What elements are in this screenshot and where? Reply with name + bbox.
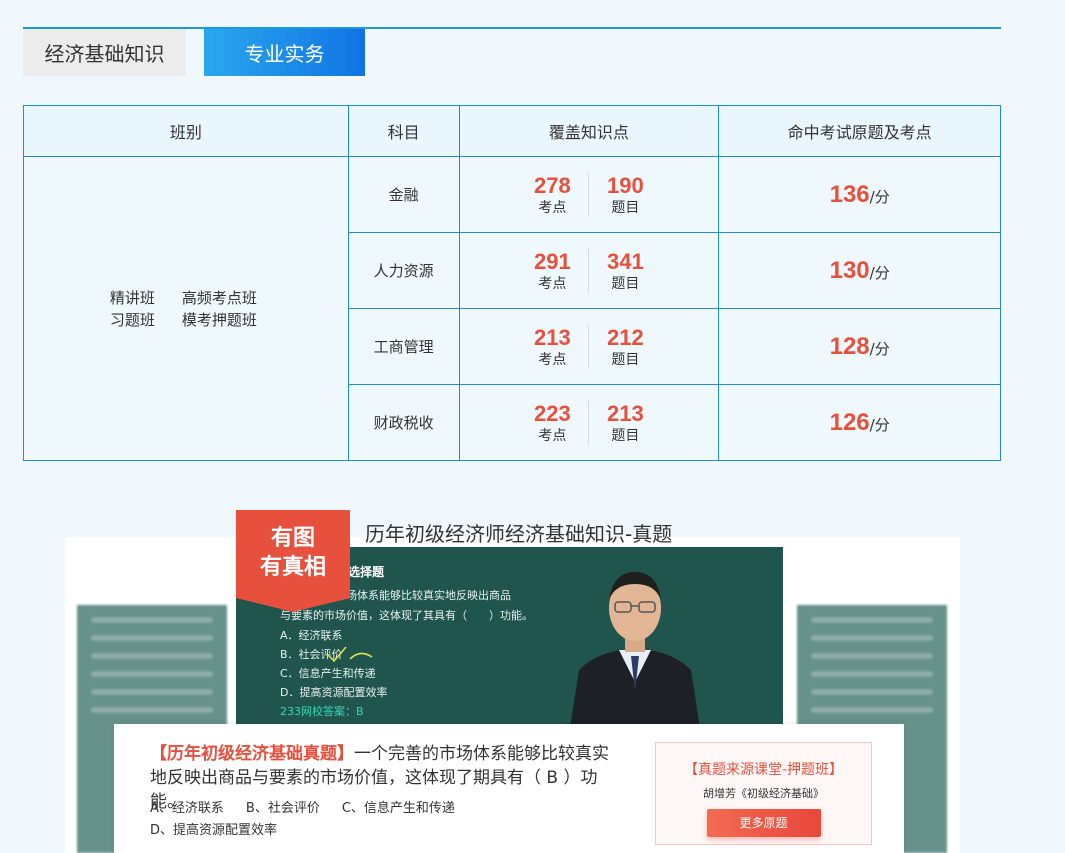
coverage-cell: 223 考点 213 题目	[458, 384, 720, 461]
question-card: 【历年初级经济基础真题】一个完善的市场体系能够比较真实地反映出商品与要素的市场价…	[114, 724, 904, 853]
coverage-cell: 278 考点 190 题目	[458, 156, 720, 233]
points-label: 考点	[538, 427, 567, 444]
board-option: C．信息产生和传递	[280, 667, 376, 680]
subject-cell: 金融	[347, 156, 460, 233]
hit-cell: 130/分	[718, 232, 1001, 309]
class-name: 高频考点班	[181, 288, 257, 307]
points-count: 223	[534, 400, 571, 426]
class-line: 习题班 模考押题班	[24, 309, 348, 331]
points-label: 考点	[538, 275, 567, 292]
class-name: 模考押题班	[181, 310, 257, 329]
board-answer: 233网校答案：B	[280, 705, 364, 718]
subject-cell: 工商管理	[347, 308, 460, 385]
option-c: C、信息产生和传递	[341, 801, 455, 816]
tab-economic-basics[interactable]: 经济基础知识	[23, 29, 186, 76]
teacher-figure	[570, 572, 700, 728]
subject-cell: 人力资源	[347, 232, 460, 309]
class-list-cell: 精讲班 高频考点班 习题班 模考押题班	[23, 156, 349, 461]
coverage-cell: 213 考点 212 题目	[458, 308, 720, 385]
hit-unit: /分	[869, 339, 890, 358]
board-heading: 选择题	[348, 565, 385, 579]
points-label: 考点	[538, 351, 567, 368]
hit-unit: /分	[869, 187, 890, 206]
hit-cell: 128/分	[718, 308, 1001, 385]
promo-badge: 有图 有真相	[236, 510, 350, 612]
points-count: 278	[534, 172, 571, 198]
hit-score: 130	[829, 256, 870, 284]
questions-stat: 213 题目	[589, 401, 661, 445]
questions-stat: 190 题目	[589, 173, 661, 217]
hit-score: 136	[829, 180, 870, 208]
question-options: A、经济联系 B、社会评价 C、信息产生和传递 D、提高资源配置效率	[150, 798, 477, 842]
questions-count: 341	[607, 248, 644, 274]
questions-label: 题目	[611, 427, 640, 444]
class-name: 习题班	[109, 310, 155, 329]
header-coverage: 覆盖知识点	[458, 105, 720, 157]
points-label: 考点	[538, 199, 567, 216]
subject-cell: 财政税收	[347, 384, 460, 461]
board-option: A．经济联系	[280, 629, 343, 642]
header-subject: 科目	[347, 105, 460, 157]
badge-line: 有真相	[259, 555, 326, 580]
question-tag: 【历年初级经济基础真题】	[150, 744, 354, 764]
questions-count: 190	[607, 172, 644, 198]
table-row: 精讲班 高频考点班 习题班 模考押题班 金融 278 考点 190 题目 136/分	[23, 156, 1001, 461]
questions-label: 题目	[611, 199, 640, 216]
badge-line: 有图	[270, 526, 315, 551]
option-a: A、经济联系	[150, 801, 224, 816]
board-option: D．提高资源配置效率	[280, 686, 388, 699]
points-count: 213	[534, 324, 571, 350]
questions-label: 题目	[611, 275, 640, 292]
header-class: 班别	[23, 105, 349, 157]
course-coverage-table: 班别 科目 覆盖知识点 命中考试原题及考点 精讲班 高频考点班 习题班 模考押题班 …	[23, 105, 1001, 461]
chalk-check-mark	[327, 646, 373, 663]
points-stat: 213 考点	[516, 325, 588, 369]
hit-unit: /分	[869, 415, 890, 434]
questions-label: 题目	[611, 351, 640, 368]
more-questions-button[interactable]: 更多原题	[706, 809, 821, 837]
class-name: 精讲班	[109, 288, 155, 307]
questions-stat: 341 题目	[589, 249, 661, 293]
section-title: 历年初级经济师经济基础知识-真题	[365, 522, 673, 546]
coverage-cell: 291 考点 341 题目	[458, 232, 720, 309]
points-count: 291	[534, 248, 571, 274]
course-promo-box: 【真题来源课堂-押题班】 胡增芳《初级经济基础》 更多原题	[655, 742, 872, 845]
class-line: 精讲班 高频考点班	[24, 287, 348, 309]
hit-unit: /分	[869, 263, 890, 282]
header-hit: 命中考试原题及考点	[718, 105, 1001, 157]
tab-professional-practice[interactable]: 专业实务	[204, 29, 365, 76]
promo-subtitle: 胡增芳《初级经济基础》	[703, 787, 824, 800]
questions-stat: 212 题目	[589, 325, 661, 369]
questions-count: 212	[607, 324, 644, 350]
hit-score: 128	[829, 332, 870, 360]
hit-cell: 136/分	[718, 156, 1001, 233]
option-d: D、提高资源配置效率	[150, 823, 278, 838]
points-stat: 278 考点	[516, 173, 588, 217]
promo-title: 【真题来源课堂-押题班】	[683, 762, 844, 778]
hit-cell: 126/分	[718, 384, 1001, 461]
points-stat: 291 考点	[516, 249, 588, 293]
option-b: B、社会评价	[245, 801, 320, 816]
questions-count: 213	[607, 400, 644, 426]
table-header-row: 班别 科目 覆盖知识点 命中考试原题及考点	[23, 105, 1001, 157]
hit-score: 126	[829, 408, 870, 436]
points-stat: 223 考点	[516, 401, 588, 445]
